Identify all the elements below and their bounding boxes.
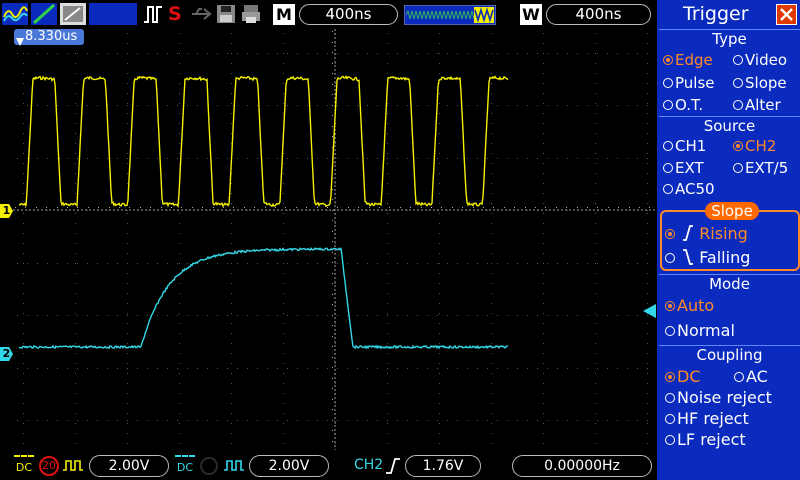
waveform-screen[interactable]	[13, 29, 658, 450]
trigger-level-display[interactable]: 1.76V	[405, 455, 481, 477]
slope-option-falling[interactable]: Falling	[665, 248, 750, 267]
type-section: Type Edge Video Pulse Slope O.T. Alter	[659, 29, 800, 114]
source-option-ch1[interactable]: CH1	[663, 137, 706, 155]
type-option-pulse[interactable]: Pulse	[663, 74, 715, 92]
ch1-ground-marker[interactable]: 1	[0, 204, 13, 218]
memory-depth-bar[interactable]	[404, 5, 496, 25]
mode-option-normal[interactable]: Normal	[665, 321, 735, 340]
close-button[interactable]	[776, 4, 797, 25]
save-disk-icon[interactable]	[215, 3, 237, 25]
coupling-option-hf-reject[interactable]: HF reject	[665, 409, 749, 428]
ch2-coupling-badge[interactable]: DC	[175, 455, 195, 477]
menu-m-button[interactable]: M	[273, 4, 295, 25]
ch1-volts-div[interactable]: 2.00V	[89, 455, 169, 477]
stop-indicator: S	[168, 3, 182, 25]
ch2-ground-marker[interactable]: 2	[0, 347, 13, 361]
timebase-display: 400ns	[299, 4, 398, 25]
source-option-ext[interactable]: EXT	[663, 159, 704, 177]
frequency-counter: 0.00000Hz	[512, 455, 652, 477]
type-option-slope[interactable]: Slope	[733, 74, 787, 92]
trigger-time-label: 8.330us	[25, 29, 78, 44]
window-timebase-display: 400ns	[546, 4, 651, 25]
type-section-title: Type	[712, 30, 747, 48]
coupling-option-ac[interactable]: AC	[734, 367, 768, 386]
trigger-source-label: CH2	[354, 457, 384, 473]
mode-option-auto[interactable]: Auto	[665, 296, 714, 315]
ch1-invert-icon[interactable]	[62, 458, 84, 474]
type-option-edge[interactable]: Edge	[663, 51, 713, 69]
falling-slope-icon	[683, 249, 694, 265]
source-option-ext5[interactable]: EXT/5	[733, 159, 788, 177]
ch1-waveform	[18, 75, 509, 208]
trigger-position-arrow	[16, 38, 24, 46]
usb-icon	[192, 8, 212, 20]
trigger-level-marker[interactable]	[643, 304, 657, 318]
source-section: Source CH1 CH2 EXT EXT/5 AC50	[659, 116, 800, 198]
vector-mode-icon[interactable]	[31, 3, 57, 25]
coupling-option-noise-reject[interactable]: Noise reject	[665, 388, 772, 407]
top-toolbar: S M 400ns W 400ns	[0, 0, 657, 29]
coupling-section-title: Coupling	[696, 346, 763, 364]
coupling-option-dc[interactable]: DC	[665, 367, 701, 386]
mode-section: Mode Auto Normal	[659, 274, 800, 344]
close-icon	[780, 8, 793, 21]
ch1-bandwidth-limit-badge[interactable]: 20	[39, 456, 59, 476]
type-option-ot[interactable]: O.T.	[663, 96, 703, 114]
print-icon[interactable]	[240, 3, 262, 25]
waveform-canvas	[13, 29, 658, 450]
slope-section-title: Slope	[705, 202, 759, 220]
source-section-title: Source	[703, 117, 756, 135]
ch2-volts-div[interactable]: 2.00V	[249, 455, 329, 477]
ch1-coupling-badge[interactable]: DC	[14, 455, 34, 477]
ch2-invert-icon[interactable]	[223, 458, 245, 474]
slope-option-rising[interactable]: Rising	[665, 224, 748, 243]
source-option-ch2[interactable]: CH2	[733, 137, 776, 155]
persistence-icon[interactable]	[60, 3, 86, 25]
type-option-alter[interactable]: Alter	[733, 96, 781, 114]
coupling-option-lf-reject[interactable]: LF reject	[665, 430, 746, 449]
run-stop-pulse-icon[interactable]	[142, 3, 164, 25]
waveform-display-icon[interactable]	[2, 3, 28, 25]
ch2-bandwidth-limit-icon[interactable]	[199, 456, 219, 476]
rising-slope-icon	[683, 225, 694, 241]
mode-section-title: Mode	[709, 275, 750, 293]
source-option-ac50[interactable]: AC50	[663, 180, 715, 198]
coupling-section: Coupling DC AC Noise reject HF reject LF…	[659, 345, 800, 450]
window-w-button[interactable]: W	[520, 4, 542, 25]
rising-edge-icon	[386, 458, 400, 474]
type-option-video[interactable]: Video	[733, 51, 787, 69]
status-slot	[89, 3, 137, 25]
ch2-waveform	[18, 247, 509, 350]
bottom-status-bar: DC 20 2.00V DC 2.00V CH2 1.76V 0.00000Hz	[0, 452, 657, 480]
graticule-grid	[13, 29, 658, 450]
